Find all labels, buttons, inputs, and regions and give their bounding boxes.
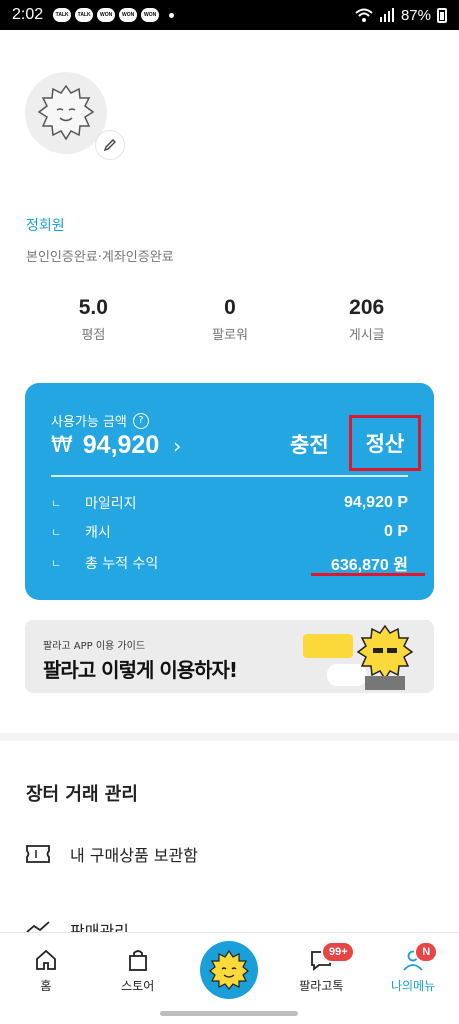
nav-center-mascot[interactable] bbox=[184, 933, 276, 1006]
section-separator bbox=[0, 733, 459, 741]
more-notifications-dot bbox=[169, 12, 175, 18]
menu-item-label: 내 구매상품 보관함 bbox=[70, 846, 198, 865]
banner-speech-bubble bbox=[303, 634, 353, 658]
talk-notification-icon: TALK bbox=[53, 8, 72, 22]
profile-avatar-area bbox=[25, 72, 125, 167]
nav-label: 스토어 bbox=[121, 979, 155, 993]
verification-status: 본인인증완료·계좌인증완료 bbox=[26, 250, 174, 265]
row-label: 총 누적 수익 bbox=[85, 556, 159, 572]
won-symbol: ₩ bbox=[51, 433, 73, 458]
available-amount-label: 사용가능 금액 ? bbox=[51, 411, 149, 430]
banner-subtitle: 팔라고 APP 이용 가이드 bbox=[43, 641, 146, 652]
stat-label: 게시글 bbox=[348, 328, 385, 343]
total-earnings-row: ㄴ 총 누적 수익 636,870 원 bbox=[51, 551, 408, 575]
nav-label: 팔라고톡 bbox=[299, 979, 344, 993]
gesture-bar-area bbox=[0, 1006, 459, 1024]
nav-chat[interactable]: 팔라고톡 99+ bbox=[275, 933, 367, 1006]
status-right: 87% bbox=[355, 7, 447, 24]
stat-value: 0 bbox=[224, 296, 236, 319]
section-title: 장터 거래 관리 bbox=[26, 784, 138, 805]
row-value: 0 P bbox=[383, 523, 408, 540]
stat-posts[interactable]: 206 게시글 bbox=[298, 296, 435, 343]
row-label: 캐시 bbox=[85, 525, 111, 541]
row-label: 마일리지 bbox=[85, 496, 137, 512]
wallet-card: 사용가능 금액 ? ₩ 94,920 › 충전 정산 ㄴ 마일리지 94,920… bbox=[25, 383, 434, 600]
row-value: 636,870 원 bbox=[330, 557, 408, 574]
pencil-icon bbox=[103, 139, 116, 152]
sub-item-marker: ㄴ bbox=[51, 557, 62, 570]
stat-rating[interactable]: 5.0 평점 bbox=[25, 296, 162, 343]
purchase-storage-item[interactable]: 내 구매상품 보관함 bbox=[24, 842, 198, 866]
home-icon bbox=[35, 949, 56, 970]
chevron-right-icon: › bbox=[173, 433, 182, 458]
battery-percent: 87% bbox=[400, 6, 431, 24]
won-notification-icon: WON bbox=[97, 8, 116, 22]
nav-home[interactable]: 홈 bbox=[0, 933, 92, 1006]
nav-label: 나의메뉴 bbox=[391, 979, 436, 993]
center-mascot-button[interactable] bbox=[200, 941, 259, 999]
sub-item-marker: ㄴ bbox=[51, 526, 62, 539]
home-gesture-bar[interactable] bbox=[160, 1011, 298, 1016]
profile-stats: 5.0 평점 0 팔로워 206 게시글 bbox=[25, 296, 435, 343]
ticket-icon bbox=[26, 845, 50, 863]
settle-button[interactable]: 정산 bbox=[349, 415, 421, 471]
talk-notification-icon: TALK bbox=[75, 8, 94, 22]
cash-row: ㄴ 캐시 0 P bbox=[51, 522, 408, 542]
help-icon[interactable]: ? bbox=[132, 412, 149, 429]
status-bar: 2:02 TALK TALK WON WON WON 87% bbox=[0, 0, 459, 30]
nav-label: 홈 bbox=[40, 979, 52, 993]
mileage-row: ㄴ 마일리지 94,920 P bbox=[51, 493, 408, 513]
banner-headline: 팔라고 이렇게 이용하자! bbox=[43, 658, 238, 682]
signal-icon bbox=[379, 8, 394, 22]
wallet-divider bbox=[51, 475, 408, 477]
row-value: 94,920 P bbox=[343, 494, 408, 511]
stat-label: 팔로워 bbox=[212, 328, 248, 343]
status-time: 2:02 bbox=[12, 6, 44, 23]
nav-store[interactable]: 스토어 bbox=[92, 933, 184, 1006]
edit-profile-button[interactable] bbox=[95, 130, 125, 160]
available-label-text: 사용가능 금액 bbox=[51, 415, 127, 430]
amount-value: 94,920 bbox=[82, 431, 160, 459]
battery-icon bbox=[437, 7, 447, 23]
stat-value: 206 bbox=[349, 296, 385, 319]
earnings-underline-annotation bbox=[311, 573, 425, 576]
won-notification-icon: WON bbox=[119, 8, 138, 22]
bottom-navigation: 홈 스토어 팔라고톡 99+ 나의메뉴 N bbox=[0, 932, 459, 1006]
won-notification-icon: WON bbox=[141, 8, 160, 22]
stat-label: 평점 bbox=[81, 328, 106, 343]
new-badge: N bbox=[414, 941, 439, 963]
nav-my-menu[interactable]: 나의메뉴 N bbox=[367, 933, 459, 1006]
wifi-icon bbox=[355, 8, 373, 22]
mascot-icon bbox=[209, 949, 250, 990]
mascot-illustration-icon bbox=[356, 624, 414, 690]
guide-banner[interactable]: 팔라고 APP 이용 가이드 팔라고 이렇게 이용하자! bbox=[25, 620, 434, 693]
profile-name: 정회원 bbox=[26, 218, 65, 234]
mascot-face-icon bbox=[37, 84, 95, 141]
stat-followers[interactable]: 0 팔로워 bbox=[162, 296, 299, 343]
stat-value: 5.0 bbox=[78, 296, 108, 319]
chat-badge: 99+ bbox=[321, 941, 356, 963]
shopping-bag-icon bbox=[128, 950, 147, 971]
charge-button[interactable]: 충전 bbox=[290, 429, 329, 459]
notification-icons: TALK TALK WON WON WON bbox=[53, 8, 175, 22]
available-amount[interactable]: ₩ 94,920 › bbox=[51, 431, 181, 460]
sub-item-marker: ㄴ bbox=[51, 497, 62, 510]
